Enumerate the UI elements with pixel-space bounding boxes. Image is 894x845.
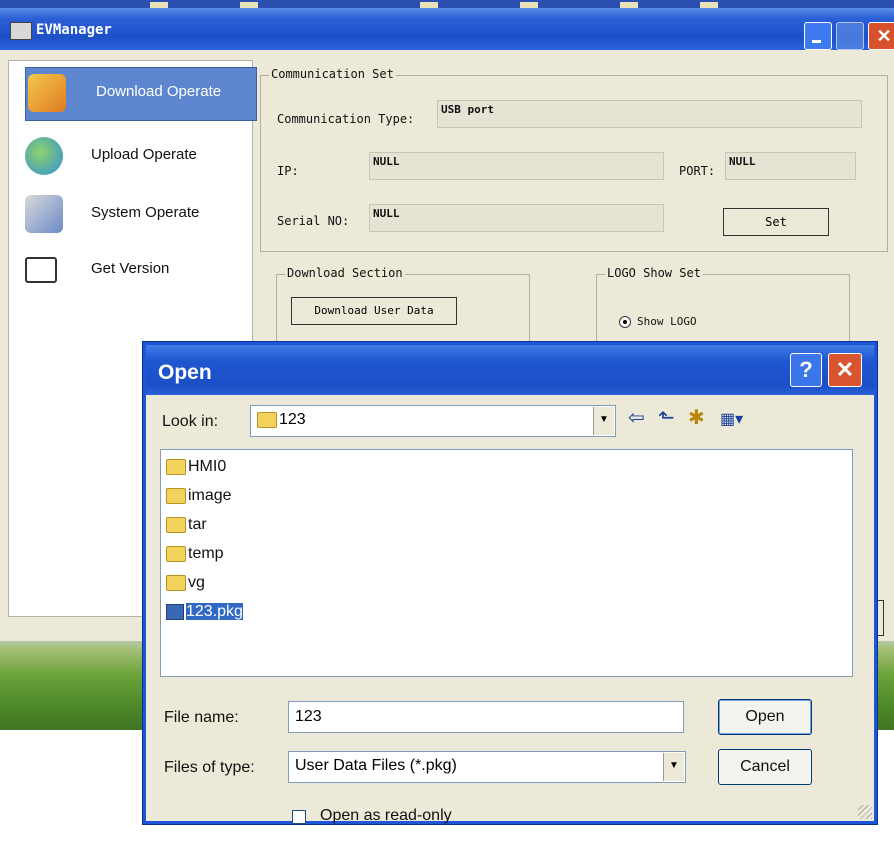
dialog-close-button[interactable]: ✕ [828, 353, 862, 387]
view-menu-icon[interactable]: ▦▾ [720, 409, 743, 429]
communication-set-group: Communication Set Communication Type: US… [260, 67, 888, 252]
file-name: HMI0 [188, 458, 227, 475]
file-name: temp [188, 545, 224, 562]
serial-no-field[interactable]: NULL [369, 204, 664, 232]
file-name-label: File name: [164, 709, 239, 726]
folder-icon [257, 411, 277, 428]
file-name: vg [188, 574, 205, 591]
download-icon [28, 74, 66, 112]
nav-item-upload-operate[interactable]: Upload Operate [23, 131, 253, 183]
nav-item-label: Upload Operate [91, 146, 197, 163]
look-in-combo[interactable]: 123 ▼ [250, 405, 616, 437]
file-type-label: Files of type: [164, 759, 255, 776]
group-title: Communication Set [269, 67, 396, 81]
list-item-selected[interactable]: 123.pkg [166, 603, 243, 625]
list-item[interactable]: temp [166, 545, 224, 567]
folder-icon [166, 516, 186, 533]
file-name: 123.pkg [186, 603, 243, 620]
file-type-combo[interactable]: User Data Files (*.pkg) ▼ [288, 751, 686, 783]
open-dialog: Open ? ✕ Look in: 123 ▼ ⇦ ⬑ ✱ ▦▾ HMI0 im… [143, 342, 877, 824]
resize-grip[interactable] [858, 805, 872, 819]
read-only-checkbox[interactable] [292, 810, 306, 824]
ip-label: IP: [277, 164, 299, 178]
main-close-button[interactable]: ✕ [868, 22, 894, 50]
file-name-input[interactable] [288, 701, 684, 733]
dialog-title: Open [158, 361, 212, 384]
port-field[interactable]: NULL [725, 152, 856, 180]
ip-field[interactable]: NULL [369, 152, 664, 180]
show-logo-label: Show LOGO [637, 315, 697, 328]
chevron-down-icon[interactable]: ▼ [593, 407, 614, 435]
minimize-button[interactable] [804, 22, 832, 50]
new-folder-icon[interactable]: ✱ [688, 405, 705, 430]
folder-icon [166, 458, 186, 475]
desktop-taskbar-strip [0, 0, 894, 8]
group-title: Download Section [285, 266, 405, 280]
port-label: PORT: [679, 164, 716, 178]
file-type-value: User Data Files (*.pkg) [295, 757, 457, 774]
look-in-label: Look in: [162, 413, 219, 430]
show-logo-radio[interactable] [619, 316, 631, 328]
up-folder-icon[interactable]: ⬑ [658, 405, 675, 430]
nav-item-label: System Operate [91, 204, 200, 221]
folder-icon [166, 487, 186, 504]
nav-item-system-operate[interactable]: System Operate [23, 189, 253, 241]
look-in-value: 123 [279, 411, 306, 428]
file-name: image [188, 487, 232, 504]
maximize-button[interactable] [836, 22, 864, 50]
version-icon [25, 257, 57, 283]
file-list[interactable]: HMI0 image tar temp vg 123.pkg [160, 449, 853, 677]
main-titlebar[interactable]: EVManager ✕ [0, 8, 894, 50]
communication-type-label: Communication Type: [277, 112, 415, 126]
help-button[interactable]: ? [790, 353, 822, 387]
nav-item-download-operate[interactable]: Download Operate [25, 67, 257, 121]
app-icon [10, 22, 32, 40]
file-name: tar [188, 516, 207, 533]
download-user-data-button[interactable]: Download User Data [291, 297, 457, 325]
tools-icon [25, 195, 63, 233]
package-file-icon [166, 603, 184, 620]
group-title: LOGO Show Set [605, 266, 703, 280]
open-button[interactable]: Open [718, 699, 812, 735]
folder-icon [166, 574, 186, 591]
nav-item-get-version[interactable]: Get Version [23, 245, 253, 297]
chevron-down-icon[interactable]: ▼ [663, 753, 684, 781]
folder-icon [166, 545, 186, 562]
upload-icon [25, 137, 63, 175]
list-item[interactable]: HMI0 [166, 458, 226, 480]
list-item[interactable]: image [166, 487, 232, 509]
communication-type-field[interactable]: USB port [437, 100, 862, 128]
nav-item-label: Download Operate [96, 83, 222, 100]
set-button[interactable]: Set [723, 208, 829, 236]
read-only-label: Open as read-only [320, 807, 452, 824]
cancel-button[interactable]: Cancel [718, 749, 812, 785]
list-item[interactable]: tar [166, 516, 207, 538]
serial-no-label: Serial NO: [277, 214, 350, 228]
main-window-title: EVManager [36, 22, 112, 38]
list-item[interactable]: vg [166, 574, 205, 596]
dialog-titlebar[interactable]: Open ? ✕ [146, 345, 874, 395]
nav-item-label: Get Version [91, 260, 170, 277]
back-icon[interactable]: ⇦ [628, 405, 645, 430]
